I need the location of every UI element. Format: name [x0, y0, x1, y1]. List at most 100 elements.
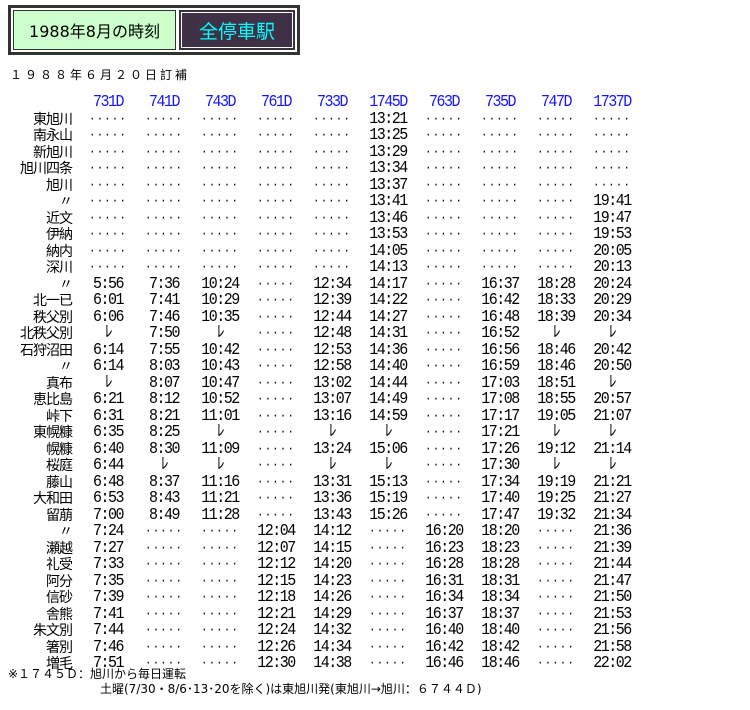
time-cell: 8:49	[148, 505, 181, 525]
no-service-cell: ·····	[256, 377, 295, 390]
no-service-cell: ·····	[592, 162, 631, 176]
no-service-cell: ·····	[536, 113, 575, 126]
no-service-cell: ·····	[200, 542, 239, 555]
train-number: 733D	[316, 93, 349, 112]
no-service-cell: ·····	[480, 228, 519, 242]
station-name: 瀬越	[46, 540, 73, 557]
time-cell: 18:46	[481, 654, 520, 673]
no-service-cell: ·····	[144, 558, 183, 572]
no-service-cell: ·····	[256, 146, 295, 159]
no-service-cell: ·····	[88, 113, 127, 126]
no-service-cell: ·····	[424, 311, 463, 324]
station-name: 石狩沼田	[20, 342, 73, 359]
no-service-cell: ·····	[480, 245, 519, 258]
no-service-cell: ·····	[256, 426, 295, 440]
no-service-cell: ·····	[424, 377, 463, 390]
no-service-cell: ·····	[424, 245, 463, 258]
timetable-title: 1988年8月の時刻	[13, 10, 176, 50]
station-name: 恵比島	[33, 392, 73, 408]
no-service-cell: ·····	[200, 608, 239, 621]
no-service-cell: ·····	[368, 624, 407, 638]
no-service-cell: ·····	[424, 212, 463, 225]
no-service-cell: ·····	[424, 195, 463, 209]
no-service-cell: ·····	[424, 360, 463, 374]
station-name: 峠下	[46, 408, 73, 425]
no-service-cell: ·····	[88, 195, 127, 209]
train-number: 763D	[428, 93, 461, 112]
no-service-cell: ·····	[424, 492, 463, 506]
no-service-cell: ·····	[536, 591, 575, 605]
no-service-cell: ·····	[368, 641, 407, 654]
station-name: 深川	[46, 260, 73, 276]
no-service-cell: ·····	[144, 542, 183, 555]
no-service-cell: ·····	[256, 393, 295, 407]
train-number: 761D	[260, 93, 293, 112]
no-service-cell: ·····	[256, 410, 295, 423]
no-service-cell: ·····	[256, 129, 295, 143]
station-name: 藤山	[46, 474, 73, 491]
no-service-cell: ·····	[312, 245, 351, 258]
station-name: 納内	[46, 243, 73, 260]
no-service-cell: ·····	[536, 212, 575, 225]
station-name: 新旭川	[33, 144, 73, 161]
no-service-cell: ·····	[256, 311, 295, 324]
no-service-cell: ·····	[368, 525, 407, 539]
no-service-cell: ·····	[536, 129, 575, 143]
no-service-cell: ·····	[536, 624, 575, 638]
no-service-cell: ·····	[256, 443, 295, 456]
station-name: 阿分	[46, 573, 73, 590]
time-cell: 11:28	[201, 505, 240, 525]
no-service-cell: ·····	[536, 195, 575, 209]
no-service-cell: ·····	[592, 146, 631, 159]
no-service-cell: ·····	[368, 542, 407, 555]
no-service-cell: ·····	[200, 195, 239, 209]
no-service-cell: ·····	[536, 228, 575, 242]
station-name: 信砂	[46, 590, 73, 606]
no-service-cell: ·····	[536, 657, 575, 671]
station-name: 〃	[59, 359, 73, 375]
train-number: 735D	[484, 93, 517, 112]
station-name: 北一已	[33, 293, 73, 309]
no-service-cell: ·····	[536, 608, 575, 621]
station-name: 留萠	[46, 507, 73, 524]
no-service-cell: ·····	[144, 575, 183, 588]
no-service-cell: ·····	[256, 245, 295, 258]
no-service-cell: ·····	[200, 558, 239, 572]
no-service-cell: ·····	[424, 294, 463, 308]
no-service-cell: ·····	[312, 228, 351, 242]
no-service-cell: ·····	[312, 146, 351, 159]
no-service-cell: ·····	[480, 212, 519, 225]
category-label: 全停車駅	[179, 10, 295, 50]
footnote: ※１７４５Ｄ：旭川から毎日運転 土曜(7/30・8/6･13･20を除く)は東旭…	[8, 667, 482, 697]
station-name: 箸別	[46, 639, 73, 656]
no-service-cell: ·····	[256, 492, 295, 506]
no-service-cell: ·····	[368, 608, 407, 621]
no-service-cell: ·····	[256, 327, 295, 341]
no-service-cell: ·····	[200, 228, 239, 242]
no-service-cell: ·····	[480, 113, 519, 126]
no-service-cell: ·····	[256, 344, 295, 357]
no-service-cell: ·····	[200, 129, 239, 143]
time-cell: 22:02	[593, 654, 632, 673]
no-service-cell: ·····	[424, 129, 463, 143]
no-service-cell: ·····	[480, 146, 519, 159]
station-name: 伊納	[46, 227, 73, 243]
no-service-cell: ·····	[256, 459, 295, 473]
no-service-cell: ·····	[88, 228, 127, 242]
station-name: 秩父別	[33, 309, 73, 326]
no-service-cell: ·····	[88, 179, 127, 192]
no-service-cell: ·····	[256, 476, 295, 489]
no-service-cell: ·····	[200, 162, 239, 176]
station-name: 〃	[59, 524, 73, 540]
time-cell: 15:26	[369, 505, 408, 525]
station-name: 旭川四条	[20, 161, 73, 177]
no-service-cell: ·····	[256, 278, 295, 291]
no-service-cell: ·····	[144, 179, 183, 192]
no-service-cell: ·····	[88, 212, 127, 225]
station-name: 幌糠	[46, 441, 73, 458]
no-service-cell: ·····	[368, 575, 407, 588]
no-service-cell: ·····	[256, 113, 295, 126]
station-name: 南永山	[33, 128, 73, 144]
no-service-cell: ·····	[200, 113, 239, 126]
station-name: 舎熊	[46, 606, 73, 623]
